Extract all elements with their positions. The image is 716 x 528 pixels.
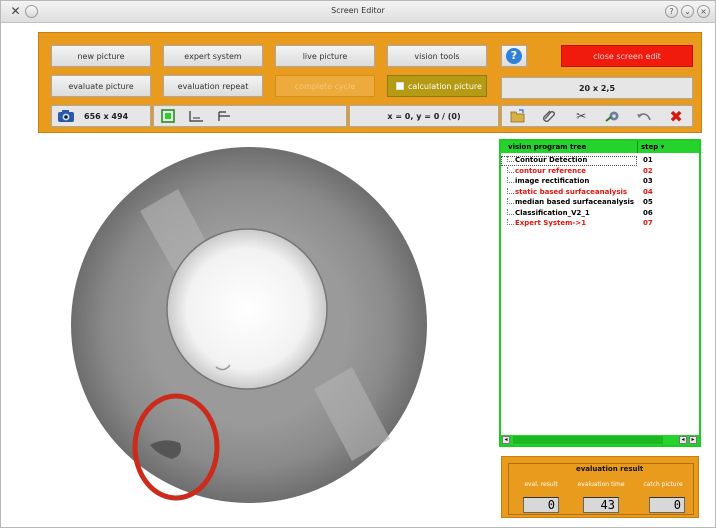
resolution-panel: 656 x 494 (51, 105, 151, 127)
tree-item-step: 07 (643, 219, 653, 227)
eval-time-label: evaluation time (577, 481, 625, 488)
expert-system-button[interactable]: expert system (163, 45, 263, 67)
eval-result-display: 0 (523, 497, 559, 513)
sort-down-icon: ▾ (660, 143, 665, 151)
tree-item[interactable]: image rectification 03 (501, 177, 699, 187)
tree-item[interactable]: Contour Detection 01 (501, 156, 653, 166)
close-window-icon[interactable]: × (697, 5, 710, 18)
complete-cycle-button[interactable]: complete cycle (275, 75, 375, 97)
settings-tool-icon[interactable] (599, 107, 627, 125)
tree-branch-line (507, 187, 514, 194)
cut-icon[interactable]: ✂ (567, 107, 595, 125)
catch-picture-display: 0 (649, 497, 685, 513)
scroll-right-icon[interactable]: ▸ (689, 436, 697, 444)
tree-item-step: 01 (643, 156, 653, 164)
delete-icon[interactable]: ✖ (662, 107, 690, 126)
camera-icon[interactable] (52, 107, 80, 125)
evaluate-picture-button[interactable]: evaluate picture (51, 75, 151, 97)
tree-branch-line (507, 177, 514, 183)
inspection-image[interactable] (38, 139, 494, 524)
angle-tool-icon[interactable] (182, 107, 210, 125)
image-viewport[interactable] (38, 139, 494, 524)
help-icon: ? (506, 48, 522, 64)
tree-header: vision program tree step ▾ (501, 141, 699, 153)
evaluation-repeat-button[interactable]: evaluation repeat (163, 75, 263, 97)
tree-item[interactable]: Expert System->1 07 (501, 219, 699, 229)
checkbox-icon[interactable] (396, 82, 404, 90)
tree-item-step: 03 (643, 177, 653, 185)
undo-icon[interactable] (630, 107, 658, 125)
frame-select-icon[interactable] (154, 107, 182, 125)
tree-item-name: static based surfaceanalysis (515, 187, 628, 196)
tree-scrollbar[interactable]: ◂ ◂ ▸ (501, 435, 699, 445)
evaluation-title: evaluation result (573, 465, 647, 473)
tree-item[interactable]: static based surfaceanalysis 04 (501, 187, 699, 198)
tree-branch-line (507, 208, 514, 215)
header-separator (637, 141, 638, 153)
tree-item-step: 02 (643, 166, 653, 175)
tree-branch-line (507, 156, 514, 162)
close-screen-edit-button[interactable]: close screen edit (561, 45, 693, 67)
scale-display: 20 x 2,5 (501, 77, 693, 99)
edit-tools-panel: ✂ ✖ (501, 105, 693, 127)
tree-item[interactable]: Classification_V2_1 06 (501, 208, 699, 219)
calculation-picture-checkbox[interactable]: calculation picture (387, 75, 487, 97)
tree-item-name: Contour Detection (515, 156, 588, 164)
window-title: Screen Editor (331, 6, 385, 15)
tree-item[interactable]: median based surfaceanalysis 05 (501, 198, 699, 208)
evaluation-result-panel: evaluation result eval. result evaluatio… (501, 456, 699, 518)
tree-name-header[interactable]: vision program tree (508, 143, 586, 151)
evaluation-group: evaluation result eval. result evaluatio… (508, 463, 694, 515)
help-button[interactable]: ? (501, 45, 527, 67)
tree-item-name: Expert System->1 (515, 219, 587, 227)
tree-item-name: Classification_V2_1 (515, 208, 590, 217)
tree-branch-line (507, 198, 514, 204)
resolution-text: 656 x 494 (84, 111, 129, 121)
tree-branch-line (507, 166, 514, 173)
scroll-left-icon[interactable]: ◂ (502, 436, 510, 444)
screen-editor-window: ✕ Screen Editor ? ⌄ × new picture expert… (0, 0, 716, 528)
live-picture-button[interactable]: live picture (275, 45, 375, 67)
open-file-icon[interactable] (504, 107, 532, 125)
scroll-thumb[interactable] (513, 436, 663, 444)
title-bar: ✕ Screen Editor ? ⌄ × (1, 1, 715, 23)
scroll-left-end-icon[interactable]: ◂ (679, 436, 687, 444)
ring-hole (166, 228, 328, 390)
tree-item-step: 06 (643, 208, 653, 217)
tree-item-step: 05 (643, 198, 653, 206)
tree-item-name: median based surfaceanalysis (515, 198, 635, 206)
tree-item[interactable]: contour reference 02 (501, 166, 699, 177)
tree-item-name: contour reference (515, 166, 587, 175)
eval-result-label: eval. result (524, 481, 558, 488)
attach-icon[interactable] (535, 107, 563, 125)
tree-branch-line (507, 219, 514, 225)
tree-item-step: 04 (643, 187, 653, 196)
vision-program-tree: vision program tree step ▾ Contour Detec… (499, 139, 701, 447)
calculation-picture-label: calculation picture (408, 81, 482, 91)
vision-tools-button[interactable]: vision tools (387, 45, 487, 67)
minimize-icon[interactable]: ⌄ (681, 5, 694, 18)
step-header-label: step (641, 143, 659, 151)
coordinate-readout: x = 0, y = 0 / (0) (349, 105, 499, 127)
ruler-tool-icon[interactable] (210, 107, 238, 125)
tree-step-header[interactable]: step ▾ (641, 143, 664, 151)
catch-picture-label: catch picture (643, 481, 683, 488)
new-picture-button[interactable]: new picture (51, 45, 151, 67)
help-title-icon[interactable]: ? (665, 5, 678, 18)
view-tools-panel (153, 105, 347, 127)
eval-time-display: 43 (583, 497, 619, 513)
tree-item-name: image rectification (515, 177, 590, 185)
toolbar: new picture expert system live picture v… (38, 32, 702, 133)
